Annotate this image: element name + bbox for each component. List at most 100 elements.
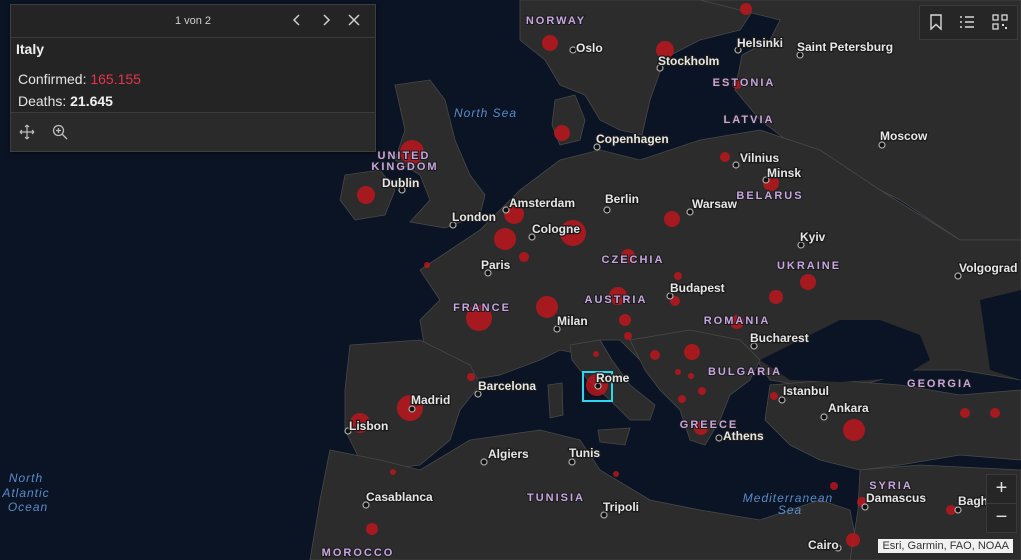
city-label: Warsaw [692, 197, 738, 211]
case-marker[interactable] [720, 152, 730, 162]
country-label: CZECHIA [602, 254, 665, 266]
country-label: ROMANIA [704, 315, 771, 327]
city-label: Casablanca [366, 490, 433, 504]
city-label: Dublin [382, 176, 419, 190]
city-label: Ankara [828, 401, 869, 415]
city-label: Bucharest [750, 331, 809, 345]
city-label: Bagh [958, 494, 988, 508]
case-marker[interactable] [536, 296, 558, 318]
popup-header: 1 von 2 [11, 5, 375, 38]
popup-title: Italy [16, 41, 45, 57]
city-label: Berlin [605, 192, 639, 206]
country-label: AUSTRIA [585, 294, 648, 306]
city-label: Volgograd [959, 261, 1017, 275]
city-label: Paris [481, 258, 511, 272]
city-label: Moscow [880, 129, 928, 143]
city-label: Oslo [576, 41, 603, 55]
city-label: Budapest [670, 281, 725, 295]
feature-popup: 1 von 2 Italy Confirmed: 165.155 Deaths:… [10, 4, 376, 152]
case-marker[interactable] [390, 469, 396, 475]
case-marker[interactable] [830, 482, 838, 490]
case-marker[interactable] [990, 408, 1000, 418]
deaths-value: 21.645 [70, 93, 113, 109]
zoom-to-icon[interactable] [51, 123, 69, 141]
case-marker[interactable] [542, 35, 558, 51]
zoom-out-button[interactable]: − [986, 503, 1017, 533]
case-marker[interactable] [674, 272, 682, 280]
case-marker[interactable] [675, 369, 681, 375]
city-label: Madrid [411, 393, 450, 407]
city-label: Lisbon [349, 419, 388, 433]
case-marker[interactable] [619, 314, 631, 326]
case-marker[interactable] [800, 274, 816, 290]
city-label: Rome [596, 371, 630, 385]
case-marker[interactable] [769, 290, 783, 304]
pan-to-icon[interactable] [18, 123, 36, 141]
city-label: Milan [557, 314, 588, 328]
case-marker[interactable] [424, 262, 430, 268]
deaths-label: Deaths: [18, 93, 67, 109]
case-marker[interactable] [678, 395, 686, 403]
case-marker[interactable] [467, 373, 475, 381]
next-feature-icon[interactable] [317, 11, 335, 29]
water-label-atlantic-1: North [9, 471, 43, 485]
city-label: Cairo [808, 538, 839, 552]
case-marker[interactable] [494, 228, 516, 250]
case-marker[interactable] [770, 392, 778, 400]
case-marker[interactable] [650, 350, 660, 360]
city-dot [480, 458, 488, 466]
case-marker[interactable] [357, 186, 375, 204]
country-label: BULGARIA [708, 366, 782, 378]
city-label: Saint Petersburg [797, 40, 893, 54]
city-label: Minsk [767, 166, 801, 180]
case-marker[interactable] [740, 3, 752, 15]
qr-code-icon[interactable] [990, 12, 1010, 32]
case-marker[interactable] [624, 332, 632, 340]
case-marker[interactable] [960, 408, 970, 418]
water-label-atlantic-3: Ocean [8, 500, 48, 514]
zoom-in-button[interactable]: + [986, 474, 1017, 504]
city-label: Barcelona [478, 379, 536, 393]
legend-list-icon[interactable] [957, 12, 977, 32]
country-label: UKRAINE [777, 260, 841, 272]
case-marker[interactable] [843, 419, 865, 441]
country-label: ESTONIA [713, 77, 776, 89]
city-label: Helsinki [737, 36, 783, 50]
country-label: NORWAY [526, 15, 586, 27]
case-marker[interactable] [613, 471, 619, 477]
map-attribution: Esri, Garmin, FAO, NOAA [878, 539, 1013, 553]
country-label: GEORGIA [907, 378, 973, 390]
city-label: Athens [723, 429, 764, 443]
country-label: FRANCE [453, 302, 511, 314]
country-label: TUNISIA [527, 492, 585, 504]
case-marker[interactable] [688, 373, 694, 379]
case-marker[interactable] [366, 523, 378, 535]
city-label: Istanbul [783, 384, 829, 398]
case-marker[interactable] [664, 211, 680, 227]
city-dot [820, 413, 828, 421]
city-label: Amsterdam [509, 196, 575, 210]
city-label: Stockholm [658, 54, 719, 68]
country-label: MOROCCO [322, 547, 395, 559]
country-label: BELARUS [736, 190, 803, 202]
city-label: Tunis [569, 446, 600, 460]
confirmed-value: 165.155 [90, 71, 141, 87]
water-label-north-sea: North Sea [454, 106, 517, 120]
city-label: Cologne [532, 222, 580, 236]
case-marker[interactable] [593, 351, 599, 357]
case-marker[interactable] [519, 252, 529, 262]
case-marker[interactable] [684, 344, 700, 360]
city-dot [715, 434, 723, 442]
bookmark-icon[interactable] [926, 12, 946, 32]
close-icon[interactable] [345, 11, 363, 29]
case-marker[interactable] [846, 533, 860, 547]
city-label: London [452, 210, 496, 224]
previous-feature-icon[interactable] [288, 11, 306, 29]
case-marker[interactable] [698, 387, 706, 395]
case-marker[interactable] [554, 125, 570, 141]
popup-footer [11, 112, 375, 151]
city-label: Damascus [866, 491, 926, 505]
map-toolbar [919, 5, 1018, 40]
city-label: Copenhagen [596, 132, 669, 146]
country-label: LATVIA [724, 114, 775, 126]
